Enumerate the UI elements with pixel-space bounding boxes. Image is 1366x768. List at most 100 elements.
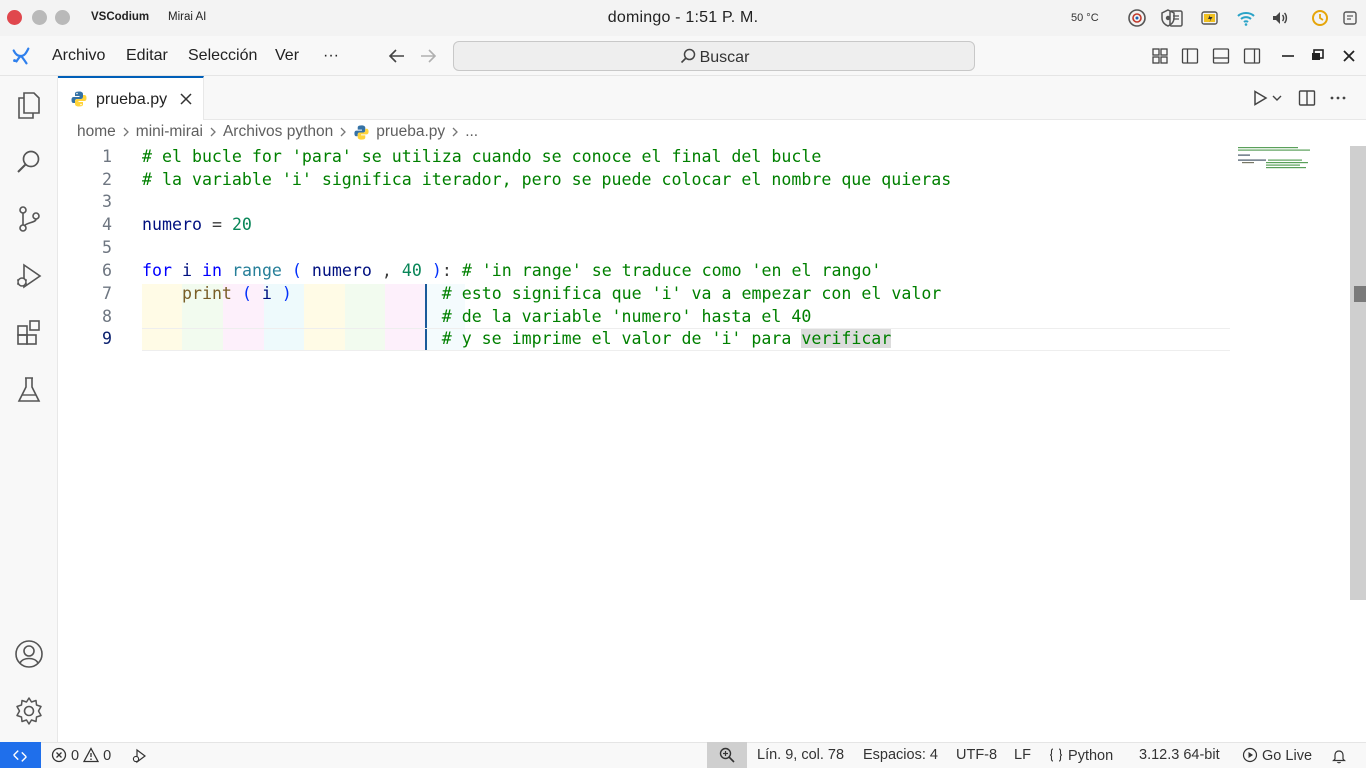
python-file-icon [354,124,369,140]
remote-icon [13,750,27,762]
indentation-setting[interactable]: Espacios: 4 [863,747,938,763]
notifications-tray-icon[interactable] [1340,8,1360,28]
close-icon[interactable] [1339,46,1359,66]
code-line-active[interactable]: 9 # y se imprime el valor de 'i' para ve… [58,328,1230,351]
code-text: print ( i ) # esto significa que 'i' va … [181,284,942,303]
wifi-icon[interactable] [1236,8,1256,28]
line-number: 9 [102,329,112,348]
search-label: Buscar [699,49,750,66]
python-file-icon [71,91,87,107]
warning-count: 0 [103,748,112,764]
vscodium-logo-icon [12,47,30,65]
code-line[interactable]: 2 # la variable 'i' significa iterador, … [58,169,1230,192]
breadcrumb: home mini-mirai Archivos python prueba.py.… [77,123,478,145]
line-number: 6 [102,261,112,280]
line-number: 3 [102,192,112,211]
accounts-icon[interactable] [13,638,45,670]
braces-icon [1049,748,1063,762]
battery-tray-icon[interactable] [1200,8,1220,28]
chevron-down-icon[interactable] [1270,88,1284,108]
code-text: for i in range ( numero , 40 ): # 'in ra… [142,261,882,280]
go-live-label: Go Live [1262,748,1313,764]
language-mode[interactable]: Python [1048,747,1113,764]
restore-icon[interactable] [1308,46,1328,66]
remote-window-button[interactable] [0,742,41,768]
command-center-search[interactable]: Buscar [453,41,975,71]
line-number: 7 [102,284,112,303]
minimize-icon[interactable] [1278,46,1298,66]
chevron-right-icon [123,127,129,137]
clipboard-tray-icon[interactable] [1166,8,1186,28]
explorer-files-icon[interactable] [13,89,45,121]
problems-indicator[interactable]: 0 0 [51,747,111,764]
python-interpreter[interactable]: 3.12.3 64-bit [1139,747,1220,763]
line-number: 4 [102,215,112,234]
system-top-bar: VSCodium Mirai AI domingo - 1:51 P. M. 5… [0,0,1366,36]
settings-gear-icon[interactable] [13,695,45,727]
code-line[interactable]: 3 [58,191,1230,214]
search-activity-icon[interactable] [13,146,45,178]
arrow-left-icon[interactable] [385,44,409,68]
menu-archivo[interactable]: Archivo [52,47,105,65]
breadcrumb-archivos-python[interactable]: Archivos python [223,123,333,140]
breadcrumb-mini-mirai[interactable]: mini-mirai [136,123,203,140]
vertical-scrollbar[interactable] [1350,146,1366,600]
tab-prueba-py[interactable]: prueba.py [58,76,204,120]
code-line[interactable]: 7 print ( i ) # esto significa que 'i' v… [58,283,1230,306]
breadcrumb-home[interactable]: home [77,123,116,140]
code-text: # la variable 'i' significa iterador, pe… [142,170,952,189]
customize-layout-icon[interactable] [1150,46,1170,66]
run-debug-icon[interactable] [13,260,45,292]
toggle-secondary-sidebar-icon[interactable] [1242,46,1262,66]
code-line[interactable]: 5 [58,237,1230,260]
code-text: # el bucle for 'para' se utiliza cuando … [142,147,822,166]
file-encoding[interactable]: UTF-8 [956,747,997,763]
code-text: # y se imprime el valor de 'i' para veri… [441,329,892,348]
cpu-temperature[interactable]: 50 °C [1071,12,1099,24]
line-number: 5 [102,238,112,257]
title-menu-bar: Archivo Editar Selección Ver ··· Buscar [0,36,1366,76]
toggle-primary-sidebar-icon[interactable] [1180,46,1200,66]
minimap[interactable] [1236,146,1326,176]
extensions-icon[interactable] [13,317,45,349]
run-python-file-icon[interactable] [1250,88,1270,108]
settings-tray-icon[interactable] [1127,8,1147,28]
code-line[interactable]: 1 # el bucle for 'para' se utiliza cuand… [58,146,1230,169]
testing-flask-icon[interactable] [13,374,45,406]
menu-ver[interactable]: Ver [275,47,299,65]
go-live-button[interactable]: Go Live [1242,747,1312,764]
broadcast-icon [1242,747,1258,763]
zoom-button[interactable] [707,742,747,768]
code-line[interactable]: 8 # de la variable 'numero' hasta el 40 [58,306,1230,329]
activity-bar [0,76,58,742]
breadcrumb-symbols[interactable]: ... [465,123,478,140]
code-line[interactable]: 4 numero = 20 [58,214,1230,237]
menu-more[interactable]: ··· [323,47,339,65]
update-tray-icon[interactable] [1310,8,1330,28]
arrow-right-icon[interactable] [416,44,440,68]
code-text: numero = 20 [142,215,252,234]
code-editor[interactable]: 1 # el bucle for 'para' se utiliza cuand… [58,146,1366,742]
cursor-position[interactable]: Lín. 9, col. 78 [757,747,844,763]
menu-seleccion[interactable]: Selección [188,47,257,65]
tab-label: prueba.py [96,91,168,108]
toggle-panel-icon[interactable] [1211,46,1231,66]
chevron-right-icon [452,127,459,137]
language-mode-label: Python [1068,748,1114,764]
bell-icon[interactable] [1331,748,1347,764]
error-count: 0 [71,748,80,764]
status-bar: 0 0 Lín. 9, col. 78 Espacios: 4 UTF-8 LF… [0,742,1366,768]
line-number: 2 [102,170,112,189]
line-ending[interactable]: LF [1014,747,1031,763]
code-text: # de la variable 'numero' hasta el 40 [441,307,812,326]
search-icon [680,48,695,64]
debug-run-icon[interactable] [131,748,147,764]
close-tab-icon[interactable] [178,91,194,107]
split-editor-icon[interactable] [1297,88,1317,108]
breadcrumb-file[interactable]: prueba.py [376,123,445,140]
more-actions-icon[interactable] [1328,88,1348,108]
volume-icon[interactable] [1270,8,1290,28]
source-control-icon[interactable] [13,203,45,235]
menu-editar[interactable]: Editar [126,47,168,65]
code-line[interactable]: 6 for i in range ( numero , 40 ): # 'in … [58,260,1230,283]
